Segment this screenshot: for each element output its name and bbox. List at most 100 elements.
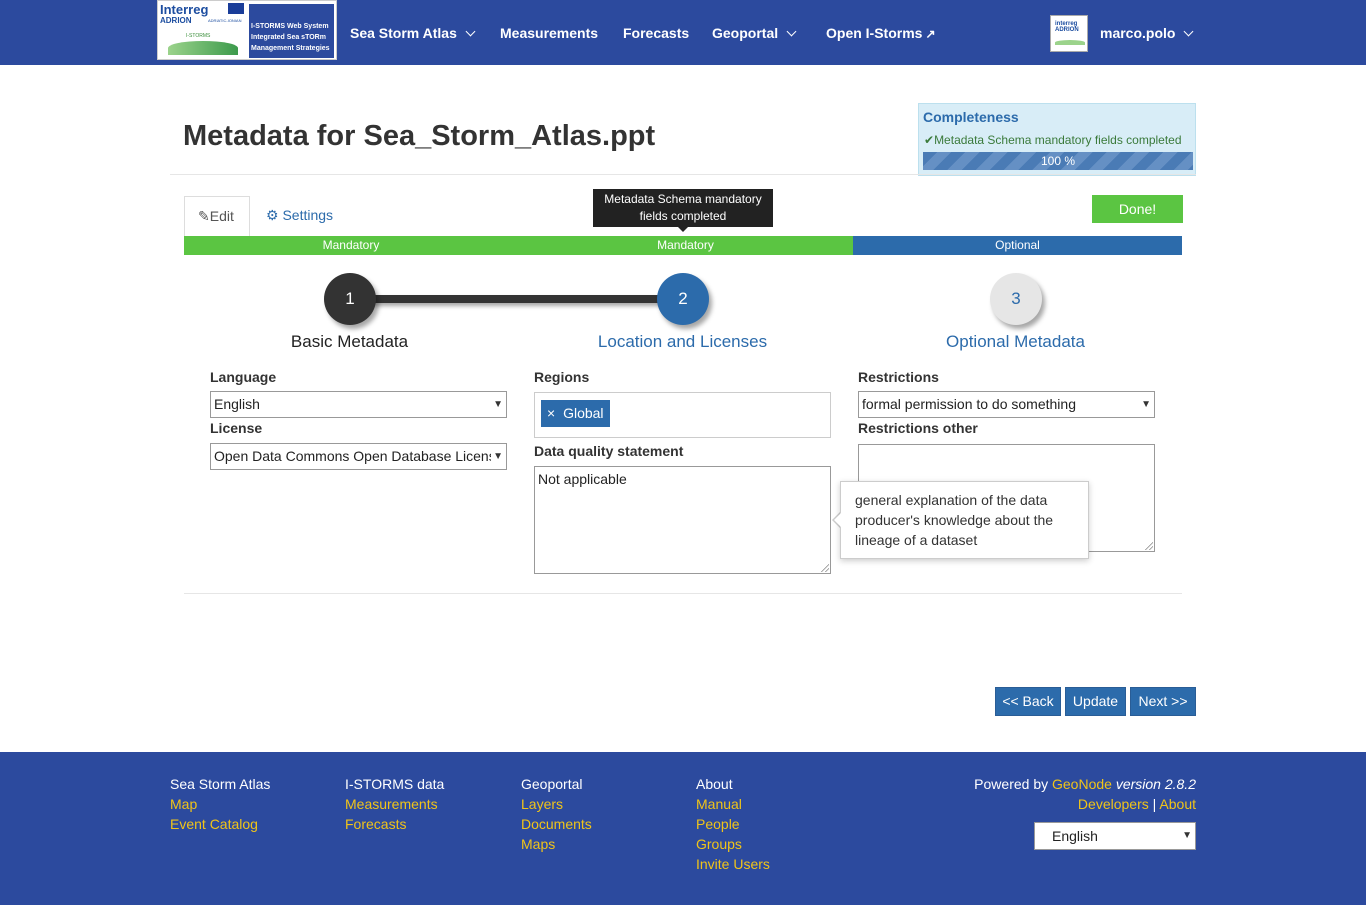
license-value: Open Data Commons Open Database License xyxy=(214,448,504,464)
caret-down-icon: ▼ xyxy=(1139,392,1151,417)
tab-edit-label: Edit xyxy=(209,208,234,224)
footer-language-value: English xyxy=(1052,828,1098,844)
chevron-down-icon xyxy=(1184,26,1194,37)
top-navbar: Interreg ADRION ADRIATIC-IONIAN I-STORMS… xyxy=(0,0,1366,65)
footer-col-atlas: Sea Storm Atlas Map Event Catalog xyxy=(170,774,270,834)
pencil-icon: ✎ xyxy=(198,208,210,224)
footer-language-select[interactable]: English ▼ xyxy=(1034,822,1196,850)
geonode-link[interactable]: GeoNode xyxy=(1052,776,1112,792)
logo-subtitle-1: Integrated Sea sTORm xyxy=(251,34,326,41)
data-quality-textarea[interactable]: Not applicable xyxy=(534,466,831,574)
footer-link-people[interactable]: People xyxy=(696,814,770,834)
about-link[interactable]: About xyxy=(1159,796,1196,812)
logo-text-adrion: ADRION xyxy=(160,16,192,25)
tab-settings[interactable]: ⚙ Settings xyxy=(266,207,333,224)
gear-icon: ⚙ xyxy=(266,207,279,223)
form-divider xyxy=(184,593,1182,594)
footer-link-documents[interactable]: Documents xyxy=(521,814,592,834)
step-1-label[interactable]: Basic Metadata xyxy=(183,332,516,352)
region-tag-global[interactable]: × Global xyxy=(541,400,610,427)
nav-measurements[interactable]: Measurements xyxy=(500,23,598,43)
tab-edit[interactable]: ✎Edit xyxy=(184,196,250,236)
segment-mandatory-2[interactable]: Mandatory xyxy=(518,236,853,255)
chevron-down-icon xyxy=(465,26,476,37)
footer-link-groups[interactable]: Groups xyxy=(696,834,770,854)
footer-link-measurements[interactable]: Measurements xyxy=(345,794,444,814)
step-2-label[interactable]: Location and Licenses xyxy=(516,332,849,352)
popover-text: general explanation of the data producer… xyxy=(855,492,1054,548)
nav-open-istorms[interactable]: Open I-Storms ↗ xyxy=(826,23,936,43)
segment-mandatory-1[interactable]: Mandatory xyxy=(184,236,518,255)
check-icon: ✔ xyxy=(924,133,935,147)
nav-sea-storm-atlas[interactable]: Sea Storm Atlas xyxy=(350,23,476,43)
license-label: License xyxy=(210,420,263,436)
nav-geoportal[interactable]: Geoportal xyxy=(712,23,797,43)
eu-flag-icon xyxy=(228,3,244,14)
nav-label: Forecasts xyxy=(623,25,690,41)
popover-arrow-inner xyxy=(834,513,841,527)
caret-down-icon: ▼ xyxy=(1180,823,1192,848)
istorms-web-system-logo: I-STORMS Web System Integrated Sea sTORm… xyxy=(249,4,334,58)
help-popover: general explanation of the data producer… xyxy=(840,481,1089,559)
update-button[interactable]: Update xyxy=(1065,687,1126,716)
footer-link-maps[interactable]: Maps xyxy=(521,834,592,854)
restrictions-other-label: Restrictions other xyxy=(858,420,978,436)
tab-settings-label: Settings xyxy=(282,207,334,223)
footer: Sea Storm Atlas Map Event Catalog I-STOR… xyxy=(0,752,1366,905)
regions-multiselect[interactable]: × Global xyxy=(534,392,831,438)
nav-forecasts[interactable]: Forecasts xyxy=(623,23,689,43)
nav-label: Sea Storm Atlas xyxy=(350,25,457,41)
nav-label: Measurements xyxy=(500,25,599,41)
header-divider xyxy=(170,174,1196,175)
footer-heading: About xyxy=(696,776,733,792)
user-menu[interactable]: marco.polo xyxy=(1100,23,1194,43)
logo-text-interreg: Interreg xyxy=(160,2,209,17)
completeness-title: Completeness xyxy=(923,109,1019,125)
logo-text-adriatic: ADRIATIC-IONIAN xyxy=(208,18,242,23)
footer-link-manual[interactable]: Manual xyxy=(696,794,770,814)
language-select[interactable]: English ▼ xyxy=(210,391,507,418)
developers-link[interactable]: Developers xyxy=(1078,796,1149,812)
step-3-circle[interactable]: 3 xyxy=(990,273,1042,325)
completeness-panel: Completeness ✔Metadata Schema mandatory … xyxy=(918,103,1196,176)
footer-col-about: About Manual People Groups Invite Users xyxy=(696,774,770,874)
remove-tag-icon[interactable]: × xyxy=(547,405,555,421)
language-value: English xyxy=(214,396,260,412)
avatar[interactable]: interreg ADRION xyxy=(1050,15,1088,52)
completeness-message: ✔Metadata Schema mandatory fields comple… xyxy=(924,133,1182,147)
segment-optional[interactable]: Optional xyxy=(853,236,1182,255)
restrictions-select[interactable]: formal permission to do something ▼ xyxy=(858,391,1155,418)
step-1-circle[interactable]: 1 xyxy=(324,273,376,325)
chevron-down-icon xyxy=(786,26,797,37)
resize-handle-icon[interactable] xyxy=(1145,542,1153,550)
footer-link-invite-users[interactable]: Invite Users xyxy=(696,854,770,874)
regions-label: Regions xyxy=(534,369,590,385)
back-button[interactable]: << Back xyxy=(995,687,1061,716)
completeness-progress-bar: 100 % xyxy=(923,152,1193,170)
footer-heading: Geoportal xyxy=(521,776,583,792)
site-logo[interactable]: Interreg ADRION ADRIATIC-IONIAN I-STORMS… xyxy=(157,0,337,60)
step-3-label[interactable]: Optional Metadata xyxy=(849,332,1182,352)
restrictions-label: Restrictions xyxy=(858,369,939,385)
next-button[interactable]: Next >> xyxy=(1130,687,1196,716)
powered-prefix: Powered by xyxy=(974,776,1049,792)
avatar-wave-icon xyxy=(1055,40,1085,45)
caret-down-icon: ▼ xyxy=(491,392,503,417)
footer-heading: Sea Storm Atlas xyxy=(170,776,271,792)
region-tag-label: Global xyxy=(563,405,604,421)
footer-link-layers[interactable]: Layers xyxy=(521,794,592,814)
resize-handle-icon[interactable] xyxy=(821,564,829,572)
tooltip-line-2: fields completed xyxy=(639,209,727,223)
footer-link-forecasts[interactable]: Forecasts xyxy=(345,814,444,834)
completeness-progress-label: 100 % xyxy=(1040,154,1076,168)
step-2-circle[interactable]: 2 xyxy=(657,273,709,325)
footer-link-event-catalog[interactable]: Event Catalog xyxy=(170,814,270,834)
footer-heading: I-STORMS data xyxy=(345,776,445,792)
done-button[interactable]: Done! xyxy=(1092,195,1183,223)
tooltip-line-1: Metadata Schema mandatory xyxy=(604,192,762,206)
license-select[interactable]: Open Data Commons Open Database License … xyxy=(210,443,507,470)
footer-col-geoportal: Geoportal Layers Documents Maps xyxy=(521,774,592,854)
logo-text-istorms: I-STORMS xyxy=(186,33,211,39)
avatar-logo-text: interreg ADRION xyxy=(1055,21,1079,33)
footer-link-map[interactable]: Map xyxy=(170,794,270,814)
